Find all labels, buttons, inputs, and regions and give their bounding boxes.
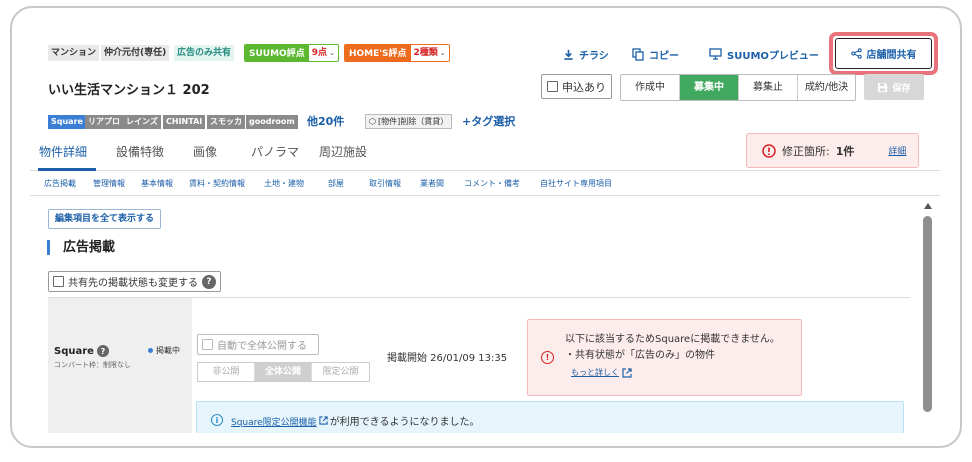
- publish-start-text: 掲載開始 26/01/09 13:35: [387, 353, 508, 364]
- alert-icon: !: [541, 351, 554, 364]
- tab-images[interactable]: 画像: [193, 143, 217, 160]
- section-nav-item[interactable]: 管理情報: [93, 178, 125, 189]
- convert-limit-text: コンバート枠：制限なし: [54, 361, 131, 369]
- status-badge: 掲載中: [148, 345, 180, 356]
- section-nav-item[interactable]: 賃料・契約情報: [189, 178, 245, 189]
- property-type-tag: マンション: [48, 45, 100, 61]
- more-tags-link[interactable]: 他20件: [307, 113, 344, 129]
- square-warning: ! 以下に該当するためSquareに掲載できません。 ・共有状態が「広告のみ」の…: [527, 319, 802, 396]
- property-title: いい生活マンション１ 202: [48, 83, 210, 98]
- scroll-up-icon[interactable]: [924, 203, 932, 209]
- section-nav-item[interactable]: 自社サイト専用項目: [540, 178, 612, 189]
- help-icon[interactable]: ?: [202, 274, 216, 289]
- suumo-preview-button[interactable]: SUUMOプレビュー: [709, 43, 819, 65]
- external-link-icon: [622, 367, 632, 378]
- save-icon: [878, 82, 888, 92]
- tag-select-button[interactable]: +タグ選択: [462, 113, 515, 129]
- media-tag-riapro: リアプロ: [85, 115, 123, 129]
- checkbox-icon: [547, 81, 558, 92]
- learn-more-link[interactable]: もっと詳しく: [571, 367, 632, 378]
- store-share-button[interactable]: 店舗間共有: [835, 38, 932, 69]
- save-button[interactable]: 保存: [864, 74, 924, 100]
- window-frame: マンション 仲介元付(専任) 広告のみ共有 SUUMO評点 9点 ⌄ HOME'S…: [10, 6, 962, 448]
- section-nav-item[interactable]: 広告掲載: [44, 178, 76, 189]
- tab-features[interactable]: 設備特徴: [116, 143, 164, 160]
- square-limited-feature-link[interactable]: Square限定公開機能: [231, 418, 317, 428]
- section-nav-item[interactable]: コメント・備考: [464, 178, 520, 189]
- tab-property-detail[interactable]: 物件詳細: [39, 143, 87, 160]
- media-tag-chintai: CHINTAI: [163, 115, 206, 129]
- tag-icon: ⬡: [369, 117, 376, 126]
- auto-publish-checkbox[interactable]: 自動で全体公開する: [197, 334, 319, 355]
- suumo-score-value: 9点 ⌄: [308, 45, 338, 61]
- status-option-closed[interactable]: 成約/他決: [798, 75, 855, 100]
- media-tag-sumocca: スモッカ: [207, 115, 245, 129]
- section-nav-item[interactable]: 土地・建物: [264, 178, 304, 189]
- suumo-score-badge[interactable]: SUUMO評点 9点 ⌄: [244, 44, 339, 62]
- homes-score-label: HOME'S評点: [345, 45, 411, 61]
- tab-panorama[interactable]: パノラマ: [251, 143, 299, 160]
- section-nav-item[interactable]: 部屋: [328, 178, 344, 189]
- square-row-label: Square ? コンバート枠：制限なし 掲載中: [48, 298, 192, 433]
- visibility-option-limited[interactable]: 限定公開: [312, 363, 369, 381]
- media-tag-reins: レインズ: [123, 115, 161, 129]
- active-tab-indicator: [38, 168, 96, 171]
- ad-share-tag: 広告のみ共有: [174, 45, 235, 61]
- scrollbar[interactable]: [923, 197, 933, 433]
- chevron-down-icon: ⌄: [439, 49, 446, 57]
- share-icon: [850, 48, 862, 59]
- monitor-icon: [709, 48, 722, 60]
- status-option-draft[interactable]: 作成中: [621, 75, 680, 100]
- brokerage-tag: 仲介元付(専任): [101, 45, 170, 61]
- warning-line-1: 以下に該当するためSquareに掲載できません。: [565, 334, 780, 345]
- checkbox-icon: [202, 339, 213, 350]
- info-icon: i: [211, 414, 223, 426]
- section-nav-item[interactable]: 基本情報: [141, 178, 173, 189]
- suumo-score-label: SUUMO評点: [245, 45, 309, 61]
- square-label: Square ?: [54, 345, 109, 357]
- checkbox-icon: [53, 276, 64, 287]
- alert-icon: [762, 143, 776, 158]
- status-selector: 作成中 募集中 募集止 成約/他決: [620, 74, 856, 101]
- help-icon[interactable]: ?: [96, 345, 109, 357]
- section-nav-item[interactable]: 取引情報: [369, 178, 401, 189]
- info-banner: i Square限定公開機能 が利用できるようになりました。: [196, 401, 904, 433]
- chevron-down-icon: ⌄: [328, 49, 335, 57]
- show-all-fields-button[interactable]: 編集項目を全て表示する: [48, 209, 162, 229]
- homes-score-badge[interactable]: HOME'S評点 2種類 ⌄: [344, 44, 450, 62]
- flyer-button[interactable]: チラシ: [563, 43, 609, 65]
- status-dot-icon: [148, 348, 153, 353]
- status-option-recruiting[interactable]: 募集中: [680, 75, 739, 100]
- correction-detail-link[interactable]: 詳細: [888, 144, 906, 157]
- correction-count: 1件: [835, 144, 855, 158]
- section-nav-item[interactable]: 業者間: [420, 178, 444, 189]
- media-tag-square: Square: [48, 115, 86, 129]
- external-link-icon: [319, 415, 328, 425]
- visibility-selector: 非公開 全体公開 限定公開: [197, 362, 370, 382]
- homes-score-value: 2種類 ⌄: [410, 45, 449, 61]
- scrollbar-thumb[interactable]: [923, 216, 932, 412]
- copy-icon: [632, 47, 644, 61]
- applied-checkbox[interactable]: 申込あり: [541, 74, 612, 99]
- section-nav: 広告掲載 管理情報 基本情報 賃料・契約情報 土地・建物 部屋 取引情報 業者間…: [30, 173, 940, 196]
- status-option-stopped[interactable]: 募集止: [739, 75, 798, 100]
- correction-alert: 修正箇所: 1件 詳細: [746, 133, 919, 168]
- correction-label: 修正箇所:: [782, 144, 830, 158]
- warning-line-2: ・共有状態が「広告のみ」の物件: [565, 350, 715, 361]
- info-text: が利用できるようになりました。: [329, 416, 480, 428]
- section-title: 広告掲載: [47, 240, 115, 255]
- media-tag-goodroom: goodroom: [246, 115, 298, 129]
- content-area: 編集項目を全て表示する 広告掲載 共有先の掲載状態も変更する ? Square …: [30, 197, 940, 433]
- download-icon: [564, 49, 573, 60]
- deleted-tag: ⬡ [物件]削除（賃貸）: [365, 114, 453, 129]
- visibility-option-private[interactable]: 非公開: [198, 363, 255, 381]
- property-editor: マンション 仲介元付(専任) 広告のみ共有 SUUMO評点 9点 ⌄ HOME'S…: [30, 23, 940, 433]
- visibility-option-public[interactable]: 全体公開: [255, 363, 312, 381]
- tab-surroundings[interactable]: 周辺施設: [319, 143, 367, 160]
- share-status-checkbox[interactable]: 共有先の掲載状態も変更する ?: [48, 271, 221, 292]
- copy-button[interactable]: コピー: [632, 43, 679, 65]
